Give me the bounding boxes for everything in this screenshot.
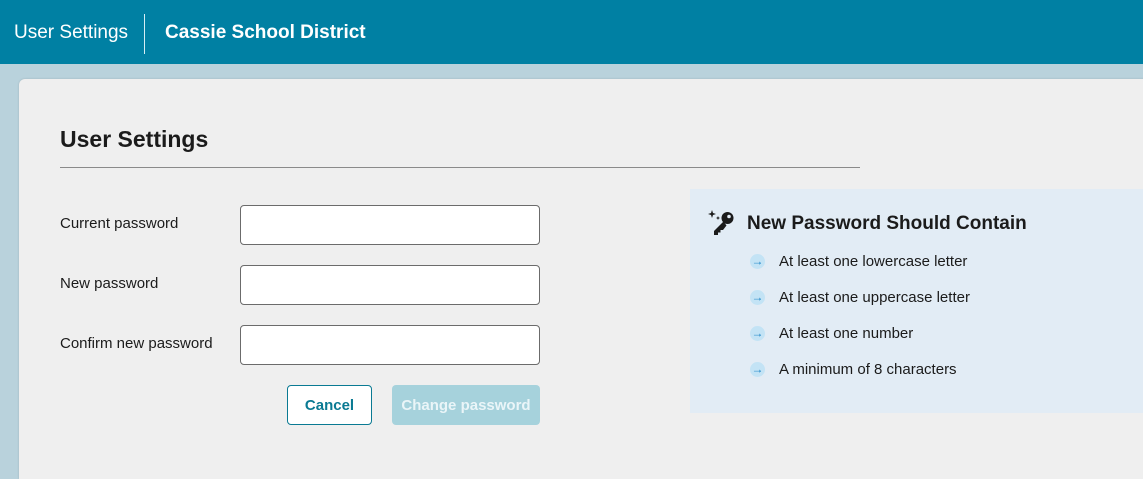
title-divider xyxy=(60,167,860,168)
arrow-right-icon: → xyxy=(750,290,765,305)
arrow-right-icon: → xyxy=(750,326,765,341)
confirm-password-label: Confirm new password xyxy=(60,335,213,352)
new-password-field[interactable] xyxy=(240,265,540,305)
top-bar: User Settings Cassie School District xyxy=(0,0,1143,64)
header-divider xyxy=(144,14,145,54)
requirement-text: A minimum of 8 characters xyxy=(779,361,957,378)
current-password-field[interactable] xyxy=(240,205,540,245)
app-title[interactable]: User Settings xyxy=(14,20,128,46)
requirements-title: New Password Should Contain xyxy=(747,213,1027,234)
confirm-password-field[interactable] xyxy=(240,325,540,365)
org-name: Cassie School District xyxy=(165,22,366,43)
settings-card: User Settings Current password New passw… xyxy=(19,79,1143,479)
arrow-right-icon: → xyxy=(750,254,765,269)
key-sparkle-icon xyxy=(708,210,734,235)
arrow-right-icon: → xyxy=(750,362,765,377)
requirement-text: At least one uppercase letter xyxy=(779,289,970,306)
cancel-button[interactable]: Cancel xyxy=(287,385,372,425)
password-requirements-panel: New Password Should Contain → At least o… xyxy=(690,189,1143,413)
requirement-text: At least one lowercase letter xyxy=(779,253,968,270)
new-password-label: New password xyxy=(60,275,159,292)
requirement-text: At least one number xyxy=(779,325,914,342)
current-password-label: Current password xyxy=(60,215,179,232)
change-password-button[interactable]: Change password xyxy=(392,385,540,425)
page-title: User Settings xyxy=(60,126,209,152)
